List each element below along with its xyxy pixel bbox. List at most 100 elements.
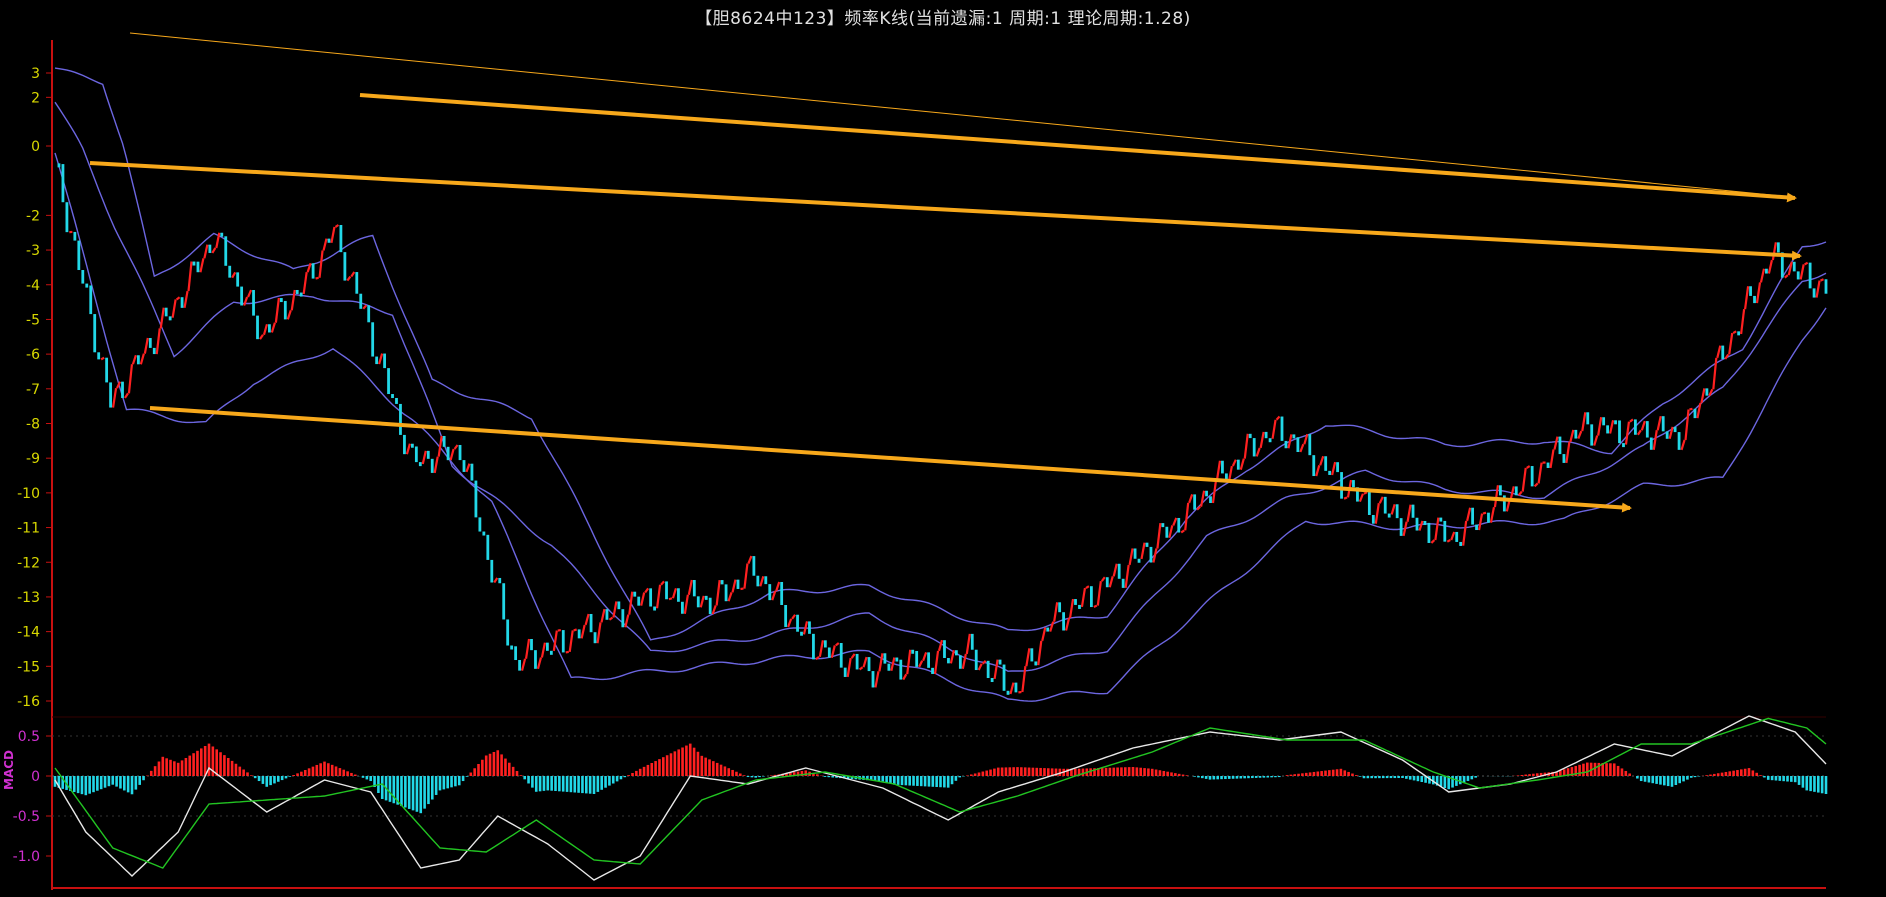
kline-bar-down: [1292, 434, 1296, 439]
kline-bar-down: [1105, 577, 1109, 588]
kline-bar-up: [1156, 522, 1162, 549]
kline-bar-up: [131, 354, 137, 365]
kline-bar-down: [327, 238, 331, 243]
kline-bar-up: [1533, 482, 1539, 488]
kline-bar-down: [1693, 408, 1697, 419]
kline-bar-up: [787, 618, 793, 628]
kline-bar-down: [990, 678, 994, 683]
kline-bar-down: [1367, 492, 1371, 515]
kline-bar-up: [993, 659, 999, 680]
kline-bar-down: [954, 650, 958, 656]
kline-bar-up: [1080, 587, 1087, 608]
kline-bar-down: [1792, 261, 1796, 272]
kline-bar-up: [573, 628, 578, 632]
kline-bar-up: [668, 597, 673, 601]
band-lower-line: [54, 152, 1827, 702]
kline-bar-down: [1117, 563, 1121, 579]
kline-bar-up: [1759, 268, 1766, 283]
kline-bar-down: [85, 283, 89, 288]
kline-bar-down: [136, 355, 140, 365]
kline-bar-up: [1271, 419, 1277, 439]
kline-bar-down: [915, 650, 919, 667]
kline-bar-down: [1812, 288, 1816, 298]
kline-bar-down: [208, 244, 212, 253]
kline-bar-down: [1677, 432, 1681, 450]
kline-bar-down: [1252, 438, 1256, 457]
kline-bar-up: [862, 656, 868, 668]
kline-bar-up: [1418, 520, 1424, 531]
kline-bar-down: [593, 632, 597, 644]
kline-bar-up: [1526, 465, 1531, 469]
kline-bar-up: [1517, 490, 1523, 496]
kline-bar-up: [1239, 458, 1245, 470]
kline-bar-down: [768, 584, 772, 601]
kline-bar-up: [1041, 627, 1047, 642]
kline-bar-up: [1509, 486, 1515, 500]
kline-bar-up: [1096, 581, 1102, 606]
kline-bar-down: [1137, 558, 1141, 563]
kline-bar-down: [911, 649, 915, 654]
kline-bar-down: [1618, 420, 1621, 444]
kline-bar-up: [1521, 467, 1527, 492]
kline-bar-up: [302, 272, 308, 295]
kline-bar-up: [175, 296, 181, 301]
kline-bar-up: [346, 275, 352, 282]
kline-bar-down: [498, 577, 502, 584]
kline-bar-down: [1209, 496, 1212, 503]
kline-bar-down: [974, 649, 978, 671]
kline-bar-down: [1574, 429, 1578, 439]
kline-bar-up: [644, 587, 650, 594]
kline-bar-up: [1231, 459, 1237, 467]
kline-bar-down: [414, 446, 418, 463]
kline-bar-down: [752, 556, 756, 576]
kline-bar-down: [796, 614, 799, 632]
kline-bar-down: [1443, 520, 1447, 542]
kline-bar-down: [1177, 517, 1181, 533]
kline-bar-down: [1296, 437, 1300, 453]
kline-bar-down: [1558, 436, 1562, 455]
kline-bar-up: [520, 658, 527, 671]
kline-bar-down: [736, 579, 740, 589]
kline-bar-up: [1569, 429, 1575, 443]
y-tick-label: -14: [17, 625, 40, 641]
y-tick-label: -8: [26, 417, 40, 433]
kline-bar-down: [1808, 262, 1812, 289]
kline-bar-up: [1446, 539, 1451, 543]
kline-bar-down: [823, 640, 827, 648]
kline-bar-down: [899, 659, 903, 680]
kline-bar-down: [784, 605, 788, 627]
kline-bar-down: [720, 580, 724, 585]
kline-bar-up: [687, 579, 693, 596]
kline-bar-down: [871, 671, 875, 688]
kline-bar-up: [203, 244, 209, 259]
kline-bar-up: [1049, 621, 1055, 632]
kline-bar-down: [1284, 440, 1288, 449]
kline-bar-down: [196, 261, 200, 273]
kline-bar-up: [1037, 640, 1043, 666]
y-tick-label: -11: [17, 521, 40, 537]
kline-bar-up: [1180, 529, 1185, 534]
kline-bar-down: [458, 444, 462, 461]
y-tick-label: 2: [31, 90, 40, 106]
kline-bar-up: [100, 356, 105, 361]
kline-bar-up: [858, 666, 864, 671]
chart-canvas: 3 2 0 -2 -3 -4 -5 -6 -7 -8 -9 -10 -11 -12 -13 -14 -15 -16…: [2, 32, 1828, 890]
kline-bar-down: [1165, 526, 1169, 538]
kline-bar-down: [359, 293, 363, 309]
kline-bar-up: [747, 555, 753, 564]
kline-bar-down: [1411, 504, 1415, 518]
kline-bar-down: [534, 650, 537, 669]
kline-bar-up: [961, 653, 967, 670]
kline-bar-down: [252, 290, 255, 316]
kline-bar-up: [159, 307, 165, 329]
macd-tick-label: 0.5: [18, 729, 40, 745]
kline-bar-down: [530, 638, 533, 651]
kline-bar-down: [883, 653, 887, 664]
kline-bar-up: [624, 614, 630, 628]
kline-bar-up: [1565, 441, 1571, 464]
kline-bar-up: [1787, 261, 1793, 276]
kline-bar-down: [1387, 513, 1391, 518]
kline-bar-up: [536, 657, 543, 670]
kline-bar-down: [1205, 490, 1208, 497]
trend-arrow-top: [359, 93, 1797, 203]
